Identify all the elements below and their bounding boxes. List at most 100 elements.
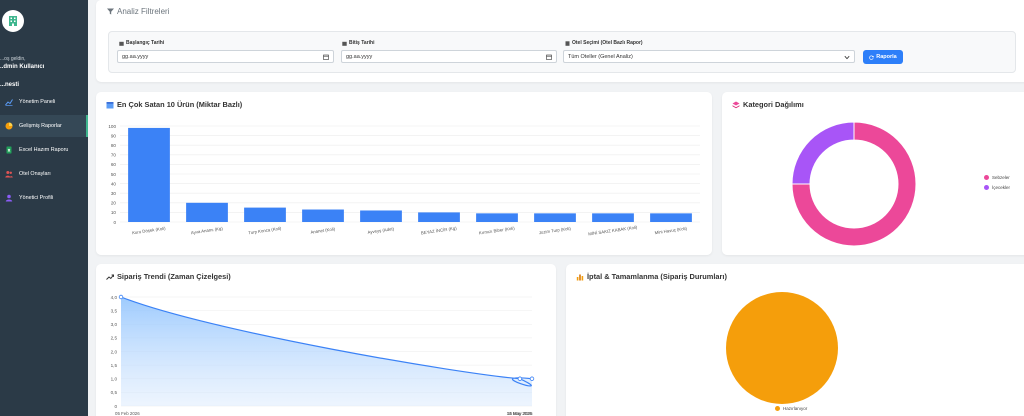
sidebar-item-dashboard[interactable]: Yönetim Paneli xyxy=(0,91,88,113)
hotel-select-label-text: Otel Seçimi (Otel Bazlı Rapor) xyxy=(572,40,643,46)
y-tick-label: 30 xyxy=(111,191,117,196)
welcome-text: ...oş geldin, xyxy=(0,56,26,62)
x-tick-label: 05 Feb 2026 xyxy=(115,411,140,416)
building-icon xyxy=(9,16,17,26)
bar xyxy=(244,207,286,222)
trend-chart: 00,51,01,52,02,53,03,54,005 Feb 2026 15 M… xyxy=(111,294,535,416)
status-chart xyxy=(726,292,838,404)
top-products-chart: 0 10 20 30 40 50 60 70 80 90 100 Kuru Döşek (Koli) A… xyxy=(108,124,700,237)
refresh-icon xyxy=(869,54,875,60)
bar xyxy=(592,213,634,222)
filter-title-text: Analiz Filtreleri xyxy=(117,7,170,16)
sidebar-item-excel-report[interactable]: Excel Hazım Raporu xyxy=(0,139,88,161)
report-button[interactable]: Raporla xyxy=(863,50,903,64)
end-date-value: gg.aa.yyyy xyxy=(346,53,373,60)
category-card: Kategori Dağılımı Sebzeler İçecekler xyxy=(722,92,1024,255)
y-tick-label: 90 xyxy=(111,133,117,138)
file-excel-icon xyxy=(4,146,13,155)
sidebar-item-hotel-approvals[interactable]: Otel Onayları xyxy=(0,163,88,185)
bar xyxy=(418,212,460,222)
chart-line-icon xyxy=(4,98,13,107)
status-card: İptal & Tamamlanma (Sipariş Durumları) H… xyxy=(566,264,1024,416)
y-tick-label: 0 xyxy=(113,220,116,225)
y-tick-label: 1,0 xyxy=(111,377,118,382)
hotel-select-label: Otel Seçimi (Otel Bazlı Rapor) xyxy=(565,40,643,46)
username: ..dmin Kullanıcı xyxy=(0,64,45,70)
data-point xyxy=(517,376,523,381)
legend-swatch xyxy=(775,406,780,411)
calendar-picker-icon[interactable] xyxy=(323,54,329,60)
pie-slice xyxy=(726,292,838,404)
x-tick-label: Kuru Döşek (Koli) xyxy=(132,226,167,236)
data-point xyxy=(529,376,535,381)
x-tick-label: Jozim Turp (Koli) xyxy=(538,226,571,236)
bar xyxy=(302,209,344,222)
start-date-value: gg.aa.yyyy xyxy=(122,53,149,60)
sidebar-item-label: Excel Hazım Raporu xyxy=(19,147,69,153)
y-tick-label: 40 xyxy=(111,181,117,186)
sidebar-item-admin-profile[interactable]: Yönetici Profili xyxy=(0,187,88,209)
legend-swatch xyxy=(984,185,989,190)
legend-label: Sebzeler xyxy=(992,175,1010,180)
y-tick-label: 50 xyxy=(111,172,117,177)
legend-item-sebzeler[interactable]: Sebzeler xyxy=(984,175,1010,180)
sidebar-item-advanced-reports[interactable]: Gelişmiş Raporlar xyxy=(0,115,88,137)
x-tick-label: Mini Havuç (Koli) xyxy=(654,226,687,236)
sidebar: ...oş geldin, ..dmin Kullanıcı ...nesti … xyxy=(0,0,88,416)
y-tick-label: 4,0 xyxy=(111,295,118,300)
bar xyxy=(128,127,170,222)
y-tick-label: 2,5 xyxy=(111,336,118,341)
x-tick-label: Ayveyş (Adet) xyxy=(367,226,395,235)
logo[interactable] xyxy=(2,10,24,32)
chevron-down-icon xyxy=(844,55,850,60)
x-tick-label: Turp Konca (Koli) xyxy=(248,226,282,236)
y-tick-label: 80 xyxy=(111,143,117,148)
data-point xyxy=(118,294,124,300)
legend-item-icecekler[interactable]: İçecekler xyxy=(984,185,1010,190)
y-tick-label: 3,0 xyxy=(111,322,118,327)
end-date-input[interactable]: gg.aa.yyyy xyxy=(341,50,557,63)
y-tick-label: 0 xyxy=(114,404,117,409)
nav-section-title: ...nesti xyxy=(0,82,20,88)
start-date-input[interactable]: gg.aa.yyyy xyxy=(117,50,334,63)
y-tick-label: 2,0 xyxy=(111,349,118,354)
hotel-icon xyxy=(565,40,570,46)
end-date-label: Bitiş Tarihi xyxy=(342,40,374,46)
pie-chart-icon xyxy=(4,122,13,131)
legend-label: Hazırlanıyor xyxy=(783,406,808,411)
start-date-label: Başlangıç Tarihi xyxy=(119,40,164,46)
sidebar-item-label: Gelişmiş Raporlar xyxy=(19,123,62,129)
bar xyxy=(360,210,402,222)
end-date-label-text: Bitiş Tarihi xyxy=(349,40,375,46)
x-tick-label: Ayva Anamı (Kg) xyxy=(191,226,224,236)
user-icon xyxy=(4,194,13,203)
calendar-icon xyxy=(342,41,347,46)
bar xyxy=(476,213,518,222)
filter-icon xyxy=(107,8,114,15)
sidebar-item-label: Otel Onayları xyxy=(19,171,51,177)
bar xyxy=(650,213,692,222)
x-tick-label: Ananet (Koli) xyxy=(310,226,336,234)
y-tick-label: 0,5 xyxy=(111,390,118,395)
top-products-card: En Çok Satan 10 Ürün (Miktar Bazlı) 0 10 2… xyxy=(96,92,712,255)
category-chart xyxy=(791,121,917,247)
hotel-select[interactable]: Tüm Oteller (Genel Analiz) xyxy=(563,50,855,63)
report-button-label: Raporla xyxy=(876,54,897,60)
filter-panel-title: Analiz Filtreleri xyxy=(107,7,169,16)
hotel-select-value: Tüm Oteller (Genel Analiz) xyxy=(568,53,633,60)
sidebar-item-label: Yönetim Paneli xyxy=(19,99,56,105)
start-date-label-text: Başlangıç Tarihi xyxy=(126,40,165,46)
donut-slice xyxy=(791,121,855,185)
x-tick-label: Kırmızı Biber (Koli) xyxy=(479,225,516,235)
y-tick-label: 20 xyxy=(111,201,117,206)
y-tick-label: 70 xyxy=(111,153,117,158)
x-tick-label: MİNİ SAKIZ KABAK (Koli) xyxy=(588,225,638,237)
x-tick-label: BEYAZ İNCİR (Kg) xyxy=(421,225,458,235)
y-tick-label: 10 xyxy=(111,210,117,215)
users-icon xyxy=(4,170,13,179)
calendar-picker-icon[interactable] xyxy=(546,54,552,60)
legend-item-hazirlaniyor[interactable]: Hazırlanıyor xyxy=(775,406,807,411)
bar xyxy=(186,202,228,222)
bar xyxy=(534,213,576,222)
y-tick-label: 100 xyxy=(108,124,116,129)
